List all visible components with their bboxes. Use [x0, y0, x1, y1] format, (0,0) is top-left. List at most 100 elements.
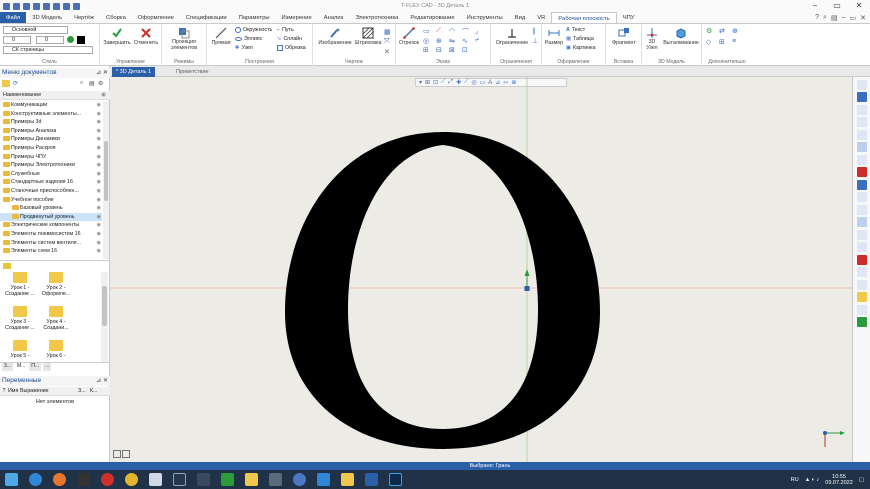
spline-sketch-icon[interactable]: ∿: [462, 37, 468, 45]
folder-icon[interactable]: [2, 80, 10, 87]
color-black-swatch[interactable]: [77, 36, 85, 44]
col-3[interactable]: З...: [78, 387, 90, 395]
picture-button[interactable]: ▣ Картинка: [566, 45, 596, 51]
cancel-button[interactable]: Отменить: [132, 27, 160, 46]
layout-split-icon[interactable]: [122, 450, 130, 458]
size-button[interactable]: Размер: [544, 27, 564, 46]
tree-item[interactable]: Элементы систем вентиля... ◉: [0, 239, 102, 248]
rt-window-icon[interactable]: [856, 279, 867, 290]
rt-font-icon[interactable]: [856, 242, 867, 252]
tree-item[interactable]: Учебное пособие ◉: [0, 196, 102, 205]
break-icon[interactable]: ⌿: [475, 37, 479, 45]
tab-edit[interactable]: Редактирование: [404, 12, 460, 23]
view-toggle-icon[interactable]: ▤: [89, 80, 95, 87]
lesson-tile[interactable]: Урок 5 -: [2, 340, 38, 359]
constraint-button[interactable]: Ограничение: [493, 27, 531, 46]
offset-icon[interactable]: ⊞: [423, 46, 429, 54]
maximize-button[interactable]: ▭: [826, 0, 848, 12]
panel-tab-more[interactable]: ...: [43, 363, 52, 371]
node-button[interactable]: ✚ Узел: [235, 45, 253, 51]
rt-text-icon[interactable]: [856, 229, 867, 240]
polyline-icon[interactable]: ⟋: [436, 27, 441, 35]
hatch-button[interactable]: Штриховка: [354, 27, 382, 46]
tree-item[interactable]: Примеры Электротехники ◉: [0, 161, 102, 170]
spline-button[interactable]: ∿ Сплайн: [277, 36, 302, 42]
extra-tool-2-icon[interactable]: ⇄: [719, 27, 725, 35]
tree-item[interactable]: Примеры Раскроя ◉: [0, 144, 102, 153]
visibility-eye-icon[interactable]: ◉: [97, 221, 101, 230]
visibility-eye-icon[interactable]: ◉: [97, 110, 101, 119]
visibility-eye-icon[interactable]: ◉: [97, 101, 101, 110]
window-list-icon[interactable]: ▤: [831, 14, 838, 22]
rt-color-icon[interactable]: [856, 167, 867, 177]
tab-assembly[interactable]: Сборка: [100, 12, 132, 23]
lesson-tile[interactable]: Урок 2 - Оформле...: [38, 272, 74, 297]
rt-model-icon[interactable]: [856, 317, 867, 327]
taskbar-app6[interactable]: [312, 471, 334, 488]
minimize-doc-icon[interactable]: –: [842, 14, 846, 21]
line-button[interactable]: Прямая: [210, 27, 232, 46]
tree-item[interactable]: Примеры Анализа ◉: [0, 127, 102, 136]
taskbar-edge[interactable]: [24, 471, 46, 488]
constraint-perpendicular-icon[interactable]: ⊥: [532, 37, 538, 45]
tree-item[interactable]: Базовый уровень ◉: [0, 204, 102, 213]
table-button[interactable]: ▦ Таблица: [566, 36, 594, 42]
settings-small-icon[interactable]: ⚙: [98, 80, 103, 87]
mirror-icon[interactable]: ⇋: [449, 37, 455, 45]
projection-button[interactable]: Проекция элементов: [162, 27, 206, 51]
layer-combo[interactable]: Основной: [3, 26, 68, 34]
fragment-button[interactable]: Фрагмент: [608, 27, 640, 46]
taskbar-app3[interactable]: [240, 471, 262, 488]
tile-scrollbar[interactable]: [101, 272, 108, 362]
tab-electrical[interactable]: Электротехника: [349, 12, 404, 23]
visibility-eye-icon[interactable]: ◉: [97, 239, 101, 248]
tab-cnc[interactable]: ЧПУ: [617, 12, 641, 23]
tab-file[interactable]: Файл: [0, 12, 27, 23]
tree-item[interactable]: Служебные ◉: [0, 170, 102, 179]
tab-drawing[interactable]: Чертёж: [68, 12, 100, 23]
text-button[interactable]: A Текст: [566, 27, 585, 33]
tab-measure[interactable]: Измерение: [276, 12, 318, 23]
visibility-eye-icon[interactable]: ◉: [97, 127, 101, 136]
visibility-eye-icon[interactable]: ◉: [97, 118, 101, 127]
clock[interactable]: 10:55 09.07.2022: [825, 474, 853, 486]
rt-marker-icon[interactable]: [856, 254, 867, 265]
fillet-icon[interactable]: ⌒: [462, 27, 469, 37]
taskbar-explorer[interactable]: [336, 471, 358, 488]
taskbar-doc[interactable]: [144, 471, 166, 488]
tab-tools[interactable]: Инструменты: [461, 12, 509, 23]
rt-rotate-icon[interactable]: [856, 142, 867, 152]
rectangle-icon[interactable]: ▭: [423, 27, 430, 35]
rt-align-icon[interactable]: [856, 217, 867, 227]
visibility-eye-icon[interactable]: ◉: [97, 187, 101, 196]
help-icon[interactable]: ?: [815, 14, 819, 21]
number-combo-1[interactable]: 0: [3, 36, 31, 44]
taskbar-tflex[interactable]: [360, 471, 382, 488]
rt-pan-icon[interactable]: [856, 154, 867, 165]
delete-icon[interactable]: ✕: [384, 48, 390, 56]
extrude-button[interactable]: Выталкивание: [662, 27, 700, 46]
rt-folder-icon[interactable]: [856, 292, 867, 302]
up-folder-icon[interactable]: [3, 263, 11, 269]
panel-tab-3d[interactable]: 3...: [2, 363, 13, 371]
extend-icon[interactable]: ⊡: [462, 46, 468, 54]
rt-list-icon[interactable]: [856, 204, 867, 215]
extra-tool-3-icon[interactable]: ⊕: [732, 27, 738, 35]
visibility-eye-icon[interactable]: ◉: [97, 196, 101, 205]
visibility-eye-icon[interactable]: ◉: [97, 135, 101, 144]
rt-zoom-out-icon[interactable]: [856, 117, 867, 127]
visibility-eye-icon[interactable]: ◉: [97, 178, 101, 187]
refresh-icon[interactable]: ⟳: [13, 80, 18, 87]
point-icon[interactable]: ⊕: [436, 37, 442, 45]
panel-tab-p[interactable]: П...: [29, 363, 42, 371]
taskbar-opera[interactable]: [96, 471, 118, 488]
doc-tab-welcome[interactable]: Приветствие: [172, 67, 213, 77]
trim-icon[interactable]: ⊟: [436, 46, 442, 54]
tab-parameters[interactable]: Параметры: [233, 12, 276, 23]
tree-item[interactable]: Коммуникации ◉: [0, 101, 102, 110]
visibility-eye-icon[interactable]: ◉: [97, 170, 101, 179]
close-button[interactable]: ✕: [848, 0, 870, 12]
visibility-eye-icon[interactable]: ◉: [97, 161, 101, 170]
transform-icon[interactable]: ⤧: [384, 38, 390, 46]
taskbar-steam[interactable]: [168, 471, 190, 488]
